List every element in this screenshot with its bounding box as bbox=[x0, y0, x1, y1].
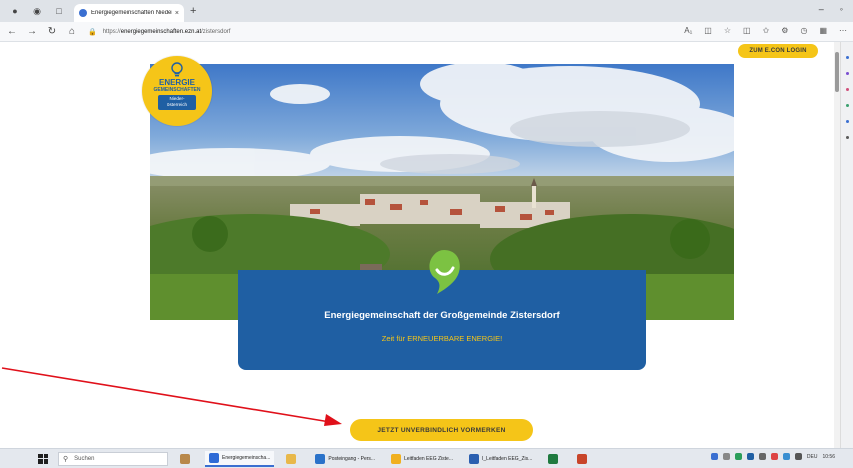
system-tray: DEU 10:56 bbox=[710, 453, 835, 460]
collections-icon[interactable]: ◫ bbox=[743, 26, 751, 35]
search-placeholder: Suchen bbox=[74, 455, 95, 462]
card-subtitle: Zeit für ERNEUERBARE ENERGIE! bbox=[381, 334, 503, 343]
taskbar-app-label: Energiegemeinscha... bbox=[222, 454, 271, 461]
url-host: energiegemeinschaften.ezn.at bbox=[120, 28, 202, 35]
tray-app-icon[interactable] bbox=[710, 453, 718, 460]
sidebar-shopping-icon[interactable] bbox=[846, 72, 849, 75]
tray-app-icon[interactable] bbox=[746, 453, 754, 460]
windows-taskbar: ⚲ Suchen Energiegemeinscha... Posteingan… bbox=[0, 448, 853, 468]
leaf-logo-icon bbox=[429, 250, 460, 294]
taskbar-app-word[interactable]: I_Leitfaden EEG_Zis... bbox=[465, 451, 536, 467]
more-icon[interactable]: ⋯ bbox=[839, 26, 847, 35]
home-icon[interactable]: ⌂ bbox=[64, 26, 80, 37]
sidebar-search-icon[interactable] bbox=[846, 56, 849, 59]
extensions-icon[interactable]: ⚙ bbox=[781, 26, 788, 35]
taskbar-app-label: I_Leitfaden EEG_Zis... bbox=[482, 455, 533, 462]
taskbar-app-label: Leitfaden EEG Ziste... bbox=[404, 455, 453, 462]
tray-app-icon[interactable] bbox=[734, 453, 742, 460]
edge-icon bbox=[209, 452, 219, 463]
scrollbar-thumb[interactable] bbox=[835, 52, 839, 92]
url-path: /zistersdorf bbox=[201, 28, 231, 35]
logo-region-band: Nieder- österreich bbox=[158, 95, 196, 110]
back-icon[interactable]: ← bbox=[4, 26, 20, 37]
restore-icon[interactable]: ◦ bbox=[840, 4, 843, 14]
taskbar-widget[interactable] bbox=[176, 451, 197, 467]
register-now-button[interactable]: JETZT UNVERBINDLICH VORMERKEN bbox=[350, 419, 533, 441]
search-icon: ⚲ bbox=[63, 455, 69, 463]
forward-icon[interactable]: → bbox=[24, 26, 40, 37]
sidebar-games-icon[interactable] bbox=[846, 104, 849, 107]
card-title: Energiegemeinschaft der Großgemeinde Zis… bbox=[324, 310, 560, 321]
tray-chevron-icon[interactable] bbox=[722, 453, 730, 460]
red-annotation-arrow bbox=[1, 367, 342, 426]
workspaces-icon[interactable]: ◉ bbox=[30, 4, 44, 18]
browser-tab-active[interactable]: Energiegemeinschaften Niederö × bbox=[74, 4, 184, 22]
url-prefix: https:// bbox=[102, 28, 121, 35]
browser-toolbar: ← → ↻ ⌂ 🔒 https://energiegemeinschaften.… bbox=[0, 22, 853, 42]
language-indicator[interactable]: DEU bbox=[807, 454, 818, 460]
excel-icon bbox=[548, 453, 559, 464]
powerpoint-icon bbox=[577, 453, 588, 464]
taskbar-app-powerpoint[interactable] bbox=[573, 451, 594, 467]
profile-icon[interactable]: ● bbox=[8, 4, 22, 18]
folder-icon bbox=[391, 453, 402, 464]
tray-app-icon[interactable] bbox=[770, 453, 778, 460]
address-bar[interactable]: 🔒 https://energiegemeinschaften.ezn.at/z… bbox=[88, 25, 608, 39]
taskbar-app-folder[interactable]: Leitfaden EEG Ziste... bbox=[387, 451, 457, 467]
network-icon[interactable] bbox=[782, 453, 790, 460]
taskbar-app-label: Posteingang - Pers... bbox=[328, 455, 376, 462]
new-tab-button[interactable]: + bbox=[190, 5, 196, 17]
clock-time: 10:56 bbox=[822, 453, 835, 460]
logo-title: ENERGIE bbox=[158, 78, 195, 87]
sidebar-add-icon[interactable] bbox=[846, 136, 849, 139]
split-screen-icon[interactable]: ◫ bbox=[704, 26, 712, 35]
tray-app-icon[interactable] bbox=[758, 453, 766, 460]
econ-login-button[interactable]: ZUM E.CON LOGIN bbox=[738, 44, 818, 58]
copilot-icon[interactable]: ▦ bbox=[819, 26, 827, 35]
widget-icon bbox=[180, 453, 190, 464]
logo-subtitle: GEMEINSCHAFTEN bbox=[153, 87, 201, 93]
lock-icon: 🔒 bbox=[88, 28, 97, 36]
reload-icon[interactable]: ↻ bbox=[44, 26, 60, 37]
browser-sidebar bbox=[840, 42, 853, 448]
site-favicon-icon bbox=[79, 9, 87, 17]
browser-tools: A₁ ◫ ☆ ◫ ✩ ⚙ ◷ ▦ ⋯ bbox=[684, 26, 847, 35]
taskbar-search-input[interactable]: ⚲ Suchen bbox=[58, 451, 168, 466]
tab-actions-icon[interactable]: □ bbox=[52, 4, 66, 18]
screen: ● ◉ □ Energiegemeinschaften Niederö × + … bbox=[0, 0, 853, 468]
clock[interactable]: 10:56 bbox=[822, 454, 835, 460]
start-windows-icon[interactable] bbox=[38, 453, 48, 464]
favorites-icon[interactable]: ✩ bbox=[763, 26, 770, 35]
taskbar-app-edge[interactable]: Energiegemeinscha... bbox=[205, 450, 275, 467]
taskbar-app-files[interactable] bbox=[282, 451, 303, 467]
sidebar-tools-icon[interactable] bbox=[846, 88, 849, 91]
taskbar-app-excel[interactable] bbox=[544, 451, 565, 467]
word-icon bbox=[469, 453, 479, 464]
browser-tab-strip: ● ◉ □ Energiegemeinschaften Niederö × + … bbox=[0, 0, 853, 22]
window-controls: – ◦ bbox=[819, 4, 843, 14]
favorite-star-icon[interactable]: ☆ bbox=[724, 26, 731, 35]
outlook-icon bbox=[315, 453, 326, 464]
history-icon[interactable]: ◷ bbox=[800, 26, 807, 35]
volume-icon[interactable] bbox=[794, 453, 802, 460]
logo-region-line2: österreich bbox=[166, 102, 188, 107]
taskbar-app-outlook[interactable]: Posteingang - Pers... bbox=[311, 451, 379, 467]
read-aloud-icon[interactable]: A₁ bbox=[684, 26, 692, 35]
tab-close-icon[interactable]: × bbox=[175, 10, 179, 17]
tab-title: Energiegemeinschaften Niederö bbox=[91, 10, 172, 16]
file-explorer-icon bbox=[286, 453, 297, 464]
minimize-icon[interactable]: – bbox=[819, 4, 824, 14]
sidebar-office-icon[interactable] bbox=[846, 120, 849, 123]
lightbulb-icon bbox=[171, 62, 183, 77]
energiegemeinschaften-logo[interactable]: ENERGIE GEMEINSCHAFTEN Nieder- österreic… bbox=[142, 56, 212, 126]
